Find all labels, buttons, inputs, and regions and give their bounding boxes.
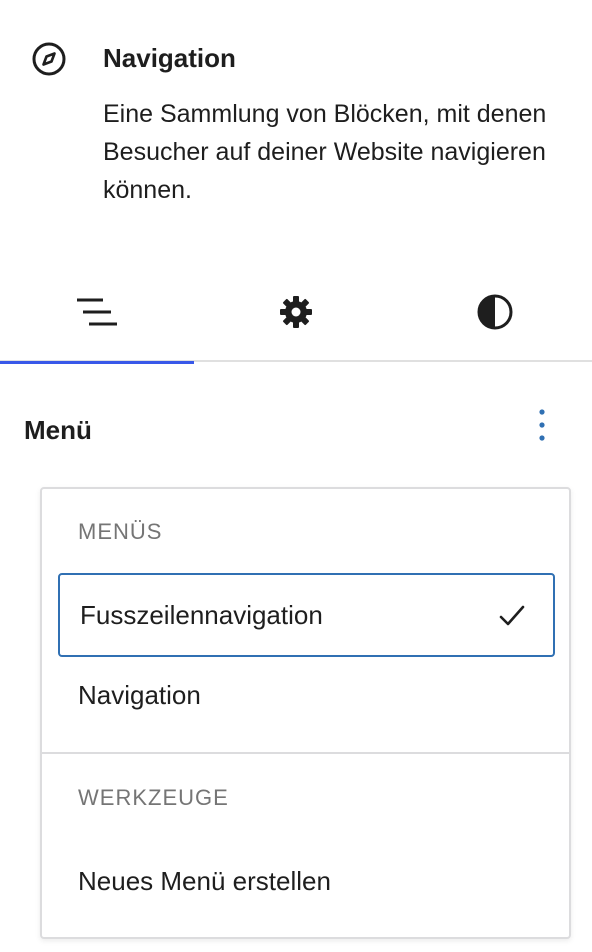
check-icon [497, 601, 527, 631]
menu-item-label: Fusszeilennavigation [80, 600, 323, 630]
tools-group-label: WERKZEUGE [78, 785, 229, 810]
menu-title: Menü [24, 415, 92, 445]
compass-icon [30, 40, 68, 78]
menu-item-fusszeilennavigation[interactable]: Fusszeilennavigation [58, 573, 555, 657]
tab-styles[interactable] [398, 262, 592, 362]
more-vertical-icon [538, 408, 546, 447]
menu-item-label: Navigation [78, 680, 201, 710]
block-description: Eine Sammlung von Blöcken, mit denen Bes… [103, 100, 547, 204]
contrast-icon [476, 293, 514, 331]
block-card: Navigation Eine Sammlung von Blöcken, mi… [0, 0, 592, 250]
create-new-menu-button[interactable]: Neues Menü erstellen [58, 839, 555, 923]
menus-group-label: MENÜS [78, 519, 163, 544]
menu-divider [42, 752, 569, 754]
inspector-tabs [0, 262, 592, 364]
list-view-icon [75, 294, 119, 330]
tab-list-view[interactable] [0, 262, 194, 364]
tab-settings[interactable] [199, 262, 393, 362]
menu-header: Menü [0, 395, 592, 465]
menu-dropdown: MENÜS Fusszeilennavigation Navigation WE… [40, 487, 571, 939]
gear-icon [278, 294, 314, 330]
create-new-menu-label: Neues Menü erstellen [78, 866, 331, 896]
menu-item-navigation[interactable]: Navigation [58, 653, 555, 737]
menu-options-button[interactable] [522, 403, 562, 451]
block-title: Navigation [103, 43, 236, 73]
